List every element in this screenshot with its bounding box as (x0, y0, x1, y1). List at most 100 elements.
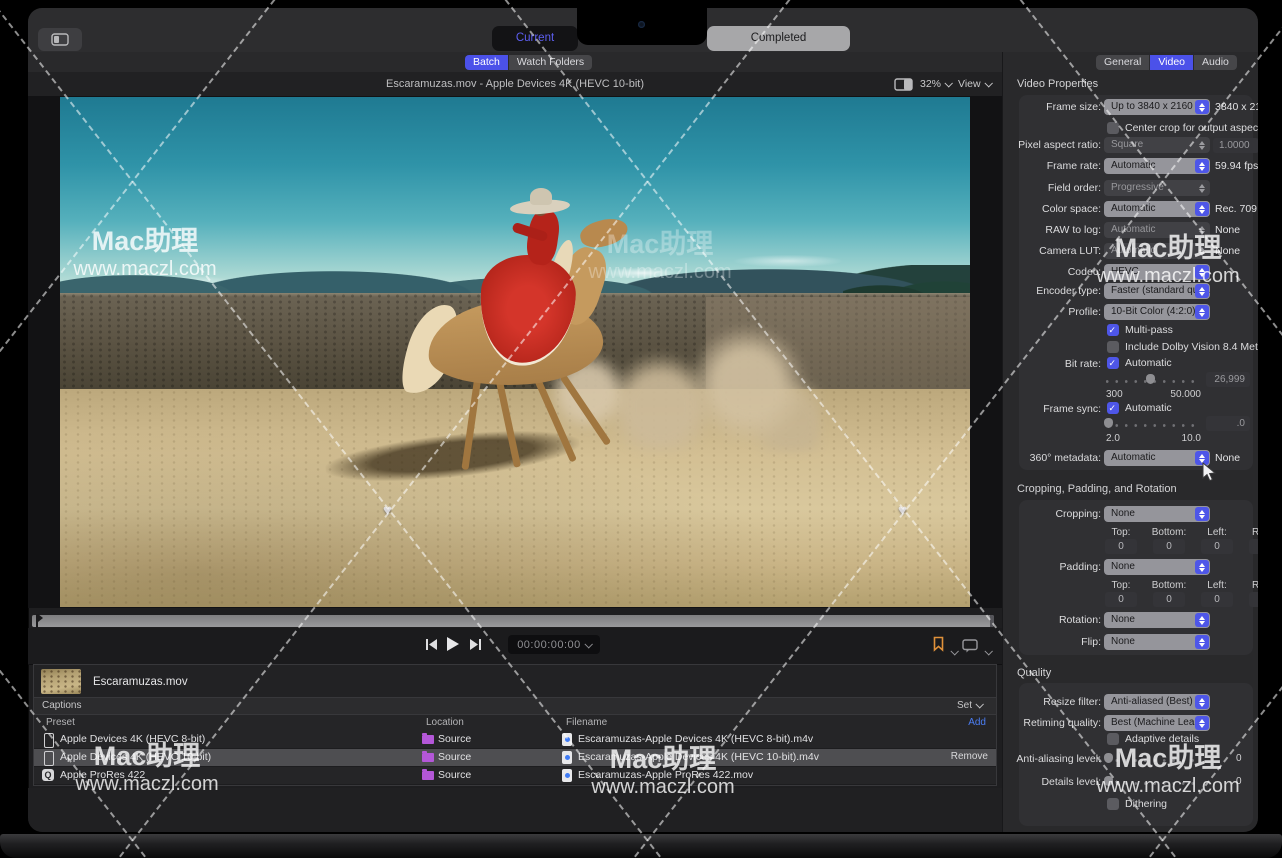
camera-lut-value: None (1215, 243, 1240, 259)
camera-lut-popup[interactable]: Automatic (1104, 243, 1210, 259)
frame-sync-max: 10.0 (1161, 433, 1201, 444)
cropping-popup[interactable]: None (1104, 506, 1210, 522)
timecode-display[interactable]: 00:00:00:00 (508, 635, 600, 654)
chevron-down-icon (975, 700, 983, 708)
previous-frame-button[interactable] (424, 638, 438, 656)
dolby-vision-checkbox[interactable] (1107, 341, 1119, 353)
playhead[interactable] (36, 614, 38, 628)
slider-thumb[interactable] (1104, 776, 1113, 786)
segment-general[interactable]: General (1096, 55, 1149, 70)
dithering-checkbox[interactable] (1107, 798, 1119, 810)
metadata-360-popup[interactable]: Automatic (1104, 450, 1210, 466)
crop-bottom-field[interactable]: 0 (1153, 539, 1185, 554)
pixel-aspect-field[interactable]: 1.0000 (1213, 138, 1258, 153)
caption-menu-chevron[interactable] (981, 642, 991, 660)
details-level-slider[interactable] (1104, 775, 1200, 789)
comment-icon (962, 639, 979, 653)
popup-stepper-icon (1195, 716, 1209, 730)
laptop-mockup: Current Completed Batch Watch Folders Ge… (0, 0, 1282, 858)
captions-row[interactable]: Captions Set (33, 698, 997, 715)
popup-stepper-icon (1195, 223, 1209, 237)
frame-size-value: 3840 x 2160 (1215, 99, 1258, 115)
slider-thumb[interactable] (1104, 418, 1113, 428)
remove-button[interactable]: Remove (951, 751, 988, 762)
multi-pass-checkbox[interactable] (1107, 324, 1119, 336)
next-frame-button[interactable] (469, 638, 483, 656)
pad-right-label: Right: (1243, 580, 1258, 591)
filename-value: Escaramuzas-Apple Devices 4K (HEVC 8-bit… (578, 733, 813, 745)
flip-label: Flip: (1005, 634, 1101, 650)
segment-video[interactable]: Video (1150, 55, 1193, 70)
pad-right-field[interactable]: 0 (1249, 592, 1258, 607)
profile-label: Profile: (1005, 304, 1101, 320)
pad-bottom-field[interactable]: 0 (1153, 592, 1185, 607)
preset-row-selected[interactable]: Apple Devices 4K (HEVC 10-bit) Source Es… (34, 749, 996, 767)
sidebar-toggle-button[interactable] (38, 28, 82, 51)
tab-completed[interactable]: Completed (707, 26, 850, 51)
bit-rate-slider[interactable] (1104, 373, 1200, 387)
field-order-popup[interactable]: Progressive (1104, 180, 1210, 196)
color-space-popup[interactable]: Automatic (1104, 201, 1210, 217)
marker-menu-chevron[interactable] (947, 642, 957, 660)
popup-stepper-icon (1195, 695, 1209, 709)
encoder-type-popup[interactable]: Faster (standard qua… (1104, 283, 1210, 299)
crop-left-field[interactable]: 0 (1201, 539, 1233, 554)
field-order-label: Field order: (1005, 180, 1101, 196)
codec-popup[interactable]: HEVC (1104, 264, 1210, 280)
popup-stepper-icon (1195, 181, 1209, 195)
add-output-button[interactable]: Add (968, 717, 986, 728)
preview-video-frame: ♥ ♥ (60, 97, 970, 607)
popup-stepper-icon (1195, 613, 1209, 627)
anti-aliasing-slider[interactable] (1104, 752, 1200, 766)
inspector-segmented-control: General Video Audio (1096, 55, 1237, 70)
preset-row[interactable]: Q Apple ProRes 422 Source Escaramuzas-Ap… (34, 767, 996, 785)
pad-top-field[interactable]: 0 (1105, 592, 1137, 607)
tab-current[interactable]: Current (492, 26, 578, 51)
padding-popup[interactable]: None (1104, 559, 1210, 575)
bookmark-icon (932, 636, 945, 652)
frame-sync-auto-checkbox[interactable] (1107, 402, 1119, 414)
preset-row[interactable]: Apple Devices 4K (HEVC 8-bit) Source Esc… (34, 731, 996, 749)
timeline-scrubber[interactable] (32, 615, 994, 627)
captions-label: Captions (42, 700, 81, 711)
frame-size-popup[interactable]: Up to 3840 x 2160 (1104, 99, 1210, 115)
compare-view-button[interactable] (894, 78, 913, 96)
frame-sync-slider[interactable] (1104, 417, 1200, 431)
frame-rate-popup[interactable]: Automatic (1104, 158, 1210, 174)
pad-left-label: Left: (1195, 580, 1239, 591)
marker-button[interactable] (932, 636, 945, 657)
segment-watch-folders[interactable]: Watch Folders (509, 55, 592, 70)
slider-thumb[interactable] (1104, 753, 1113, 763)
caption-button[interactable] (962, 639, 979, 658)
bit-rate-auto-checkbox[interactable] (1107, 357, 1119, 369)
flip-popup[interactable]: None (1104, 634, 1210, 650)
bit-rate-field[interactable]: 26,999 (1206, 372, 1250, 387)
file-icon (562, 769, 572, 782)
zoom-level-control[interactable]: 32% (920, 72, 951, 96)
segment-batch[interactable]: Batch (465, 55, 508, 70)
column-preset: Preset (46, 717, 75, 728)
pixel-aspect-popup[interactable]: Square (1104, 137, 1210, 153)
pad-top-label: Top: (1099, 580, 1143, 591)
folder-icon (422, 753, 434, 762)
view-menu-button[interactable]: View (958, 72, 991, 96)
resize-filter-popup[interactable]: Anti-aliased (Best) (1104, 694, 1210, 710)
captions-set-menu[interactable]: Set (957, 700, 982, 711)
slider-thumb[interactable] (1146, 374, 1155, 384)
popup-stepper-icon (1195, 635, 1209, 649)
job-thumbnail (41, 669, 81, 694)
profile-popup[interactable]: 10-Bit Color (4:2:0) (1104, 304, 1210, 320)
pad-left-field[interactable]: 0 (1201, 592, 1233, 607)
rotation-popup[interactable]: None (1104, 612, 1210, 628)
batch-job-row[interactable]: Escaramuzas.mov (33, 664, 997, 698)
segment-audio[interactable]: Audio (1194, 55, 1237, 70)
crop-top-field[interactable]: 0 (1105, 539, 1137, 554)
adaptive-details-checkbox[interactable] (1107, 733, 1119, 745)
play-button[interactable] (445, 636, 460, 657)
frame-sync-field[interactable]: .0 (1206, 416, 1250, 431)
crop-right-field[interactable]: 0 (1249, 539, 1258, 554)
center-crop-checkbox[interactable] (1107, 122, 1119, 134)
play-icon (445, 636, 460, 652)
raw-to-log-popup[interactable]: Automatic (1104, 222, 1210, 238)
retiming-quality-popup[interactable]: Best (Machine Learni… (1104, 715, 1210, 731)
